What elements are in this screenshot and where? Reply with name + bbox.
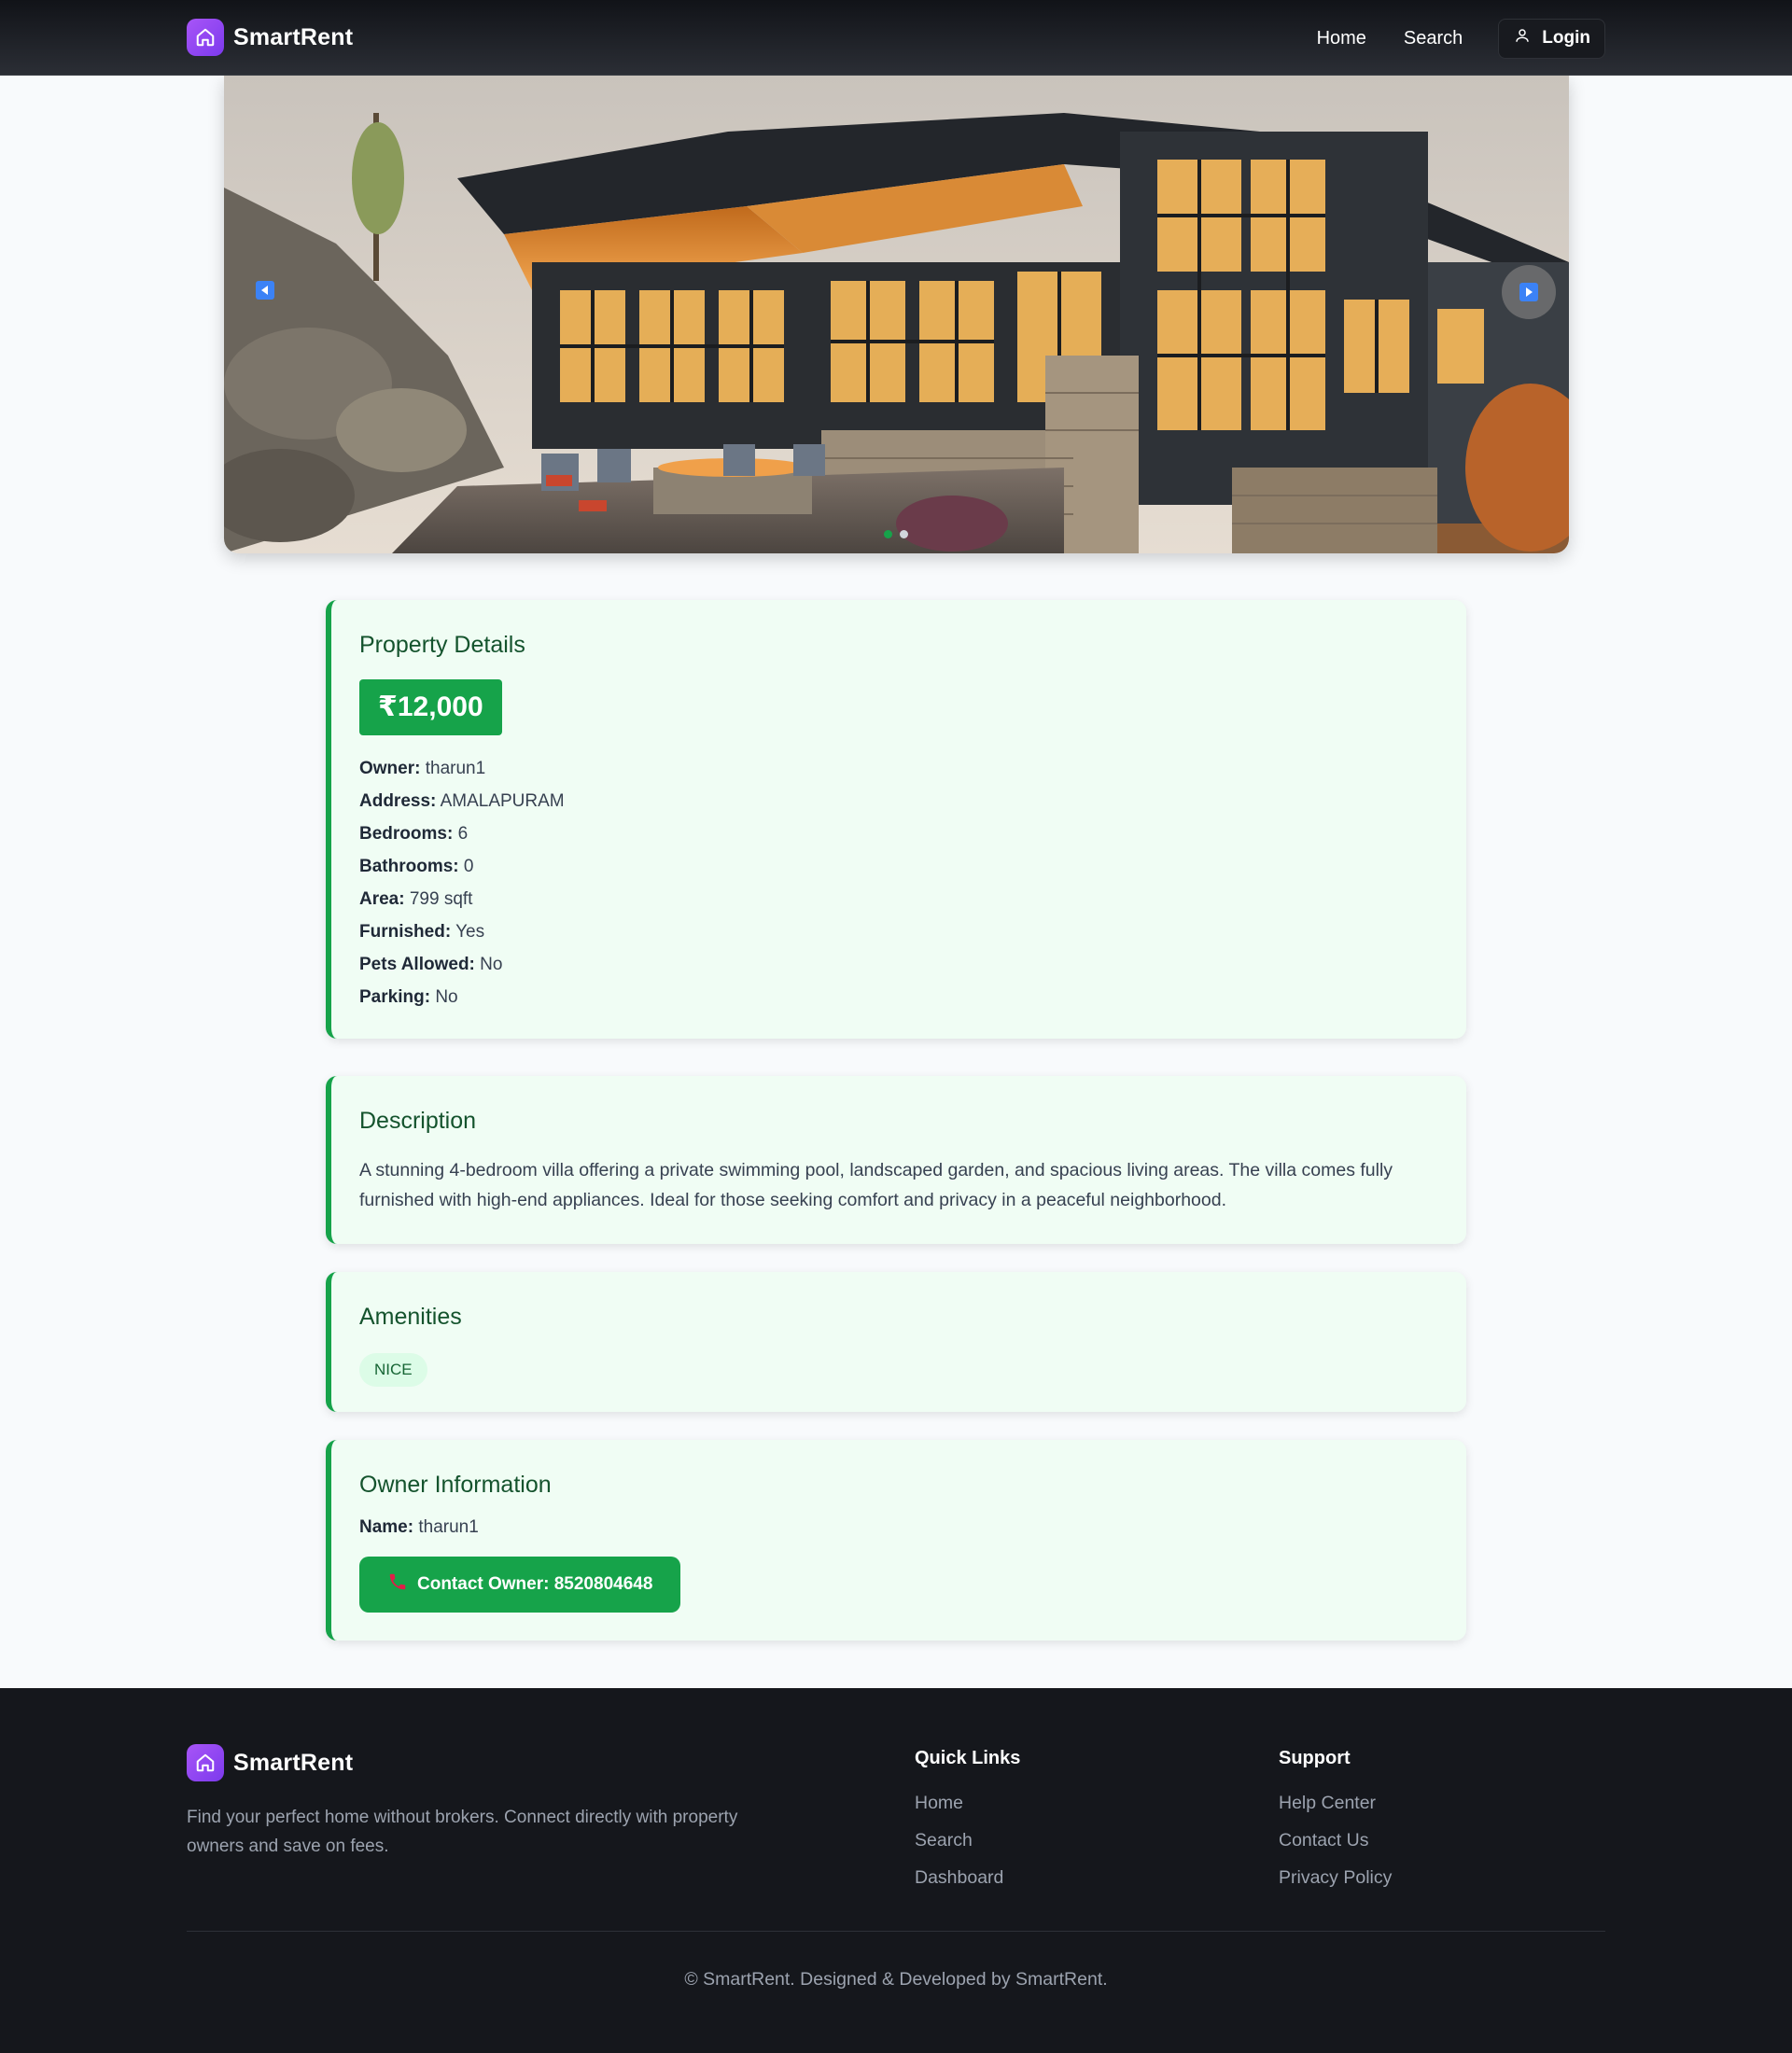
triangle-left-icon [259, 285, 271, 296]
detail-value: No [480, 955, 503, 974]
detail-row-owner: Owner: tharun1 [359, 752, 1466, 785]
site-footer: SmartRent Find your perfect home without… [0, 1688, 1792, 2053]
detail-row-bathrooms: Bathrooms: 0 [359, 850, 1466, 883]
phone-icon [387, 1571, 408, 1598]
quick-links-title: Quick Links [915, 1748, 1021, 1768]
detail-row-furnished: Furnished: Yes [359, 915, 1466, 948]
description-title: Description [359, 1108, 477, 1134]
detail-value: Yes [455, 922, 485, 942]
description-card: Description A stunning 4-bedroom villa o… [326, 1076, 1466, 1244]
detail-label: Furnished: [359, 922, 452, 942]
carousel-dot[interactable] [900, 530, 908, 538]
footer-link-search[interactable]: Search [915, 1827, 1020, 1864]
contact-owner-label: Contact Owner: 8520804648 [417, 1574, 653, 1594]
nav-home-link[interactable]: Home [1317, 28, 1366, 49]
owner-info-card: Owner Information Name: tharun1 Contact … [326, 1440, 1466, 1641]
carousel-next-button[interactable] [1502, 265, 1556, 319]
property-details-title: Property Details [359, 632, 525, 658]
footer-link-dashboard[interactable]: Dashboard [915, 1864, 1020, 1902]
contact-owner-button[interactable]: Contact Owner: 8520804648 [359, 1557, 681, 1613]
owner-name-label: Name: [359, 1517, 414, 1537]
brand-name: SmartRent [233, 23, 354, 50]
detail-value: No [435, 987, 458, 1007]
detail-value: tharun1 [425, 759, 486, 778]
property-detail-list: Owner: tharun1 Address: AMALAPURAM Bedro… [359, 752, 1466, 1013]
detail-label: Pets Allowed: [359, 955, 475, 974]
triangle-right-icon [1519, 283, 1538, 301]
amenity-tag: NICE [359, 1353, 427, 1387]
detail-row-pets: Pets Allowed: No [359, 948, 1466, 981]
detail-value: 799 sqft [409, 889, 473, 909]
house-icon [187, 1744, 224, 1781]
detail-label: Bathrooms: [359, 857, 459, 876]
detail-value: 0 [463, 857, 474, 876]
footer-link-contact-us[interactable]: Contact Us [1279, 1827, 1392, 1864]
amenities-title: Amenities [359, 1304, 462, 1330]
footer-about-text: Find your perfect home without brokers. … [187, 1808, 738, 1856]
detail-label: Parking: [359, 987, 431, 1007]
footer-brand-name: SmartRent [233, 1749, 354, 1776]
house-icon [187, 19, 224, 56]
user-icon [1514, 27, 1531, 49]
amenities-card: Amenities NICE [326, 1272, 1466, 1412]
footer-brand[interactable]: SmartRent [187, 1744, 353, 1781]
detail-label: Address: [359, 791, 437, 811]
carousel-dot[interactable] [884, 530, 892, 538]
property-photo [224, 76, 1569, 553]
description-text: A stunning 4-bedroom villa offering a pr… [359, 1160, 1393, 1210]
top-navbar: SmartRent Home Search Login [0, 0, 1792, 76]
detail-label: Bedrooms: [359, 824, 454, 844]
detail-label: Owner: [359, 759, 421, 778]
support-title: Support [1279, 1748, 1351, 1768]
detail-value: AMALAPURAM [440, 791, 565, 811]
owner-info-title: Owner Information [359, 1472, 552, 1498]
detail-row-parking: Parking: No [359, 981, 1466, 1013]
property-details-card: Property Details ₹12,000 Owner: tharun1 … [326, 600, 1466, 1039]
owner-name-value: tharun1 [418, 1517, 479, 1537]
login-label: Login [1542, 28, 1590, 48]
footer-link-privacy-policy[interactable]: Privacy Policy [1279, 1864, 1392, 1902]
carousel-prev-button[interactable] [256, 281, 274, 300]
detail-value: 6 [457, 824, 469, 844]
nav-search-link[interactable]: Search [1404, 28, 1463, 49]
footer-link-help-center[interactable]: Help Center [1279, 1790, 1392, 1827]
copyright-text: © SmartRent. Designed & Developed by Sma… [684, 1969, 1108, 1990]
detail-row-address: Address: AMALAPURAM [359, 785, 1466, 817]
property-image-carousel [224, 76, 1569, 553]
brand-logo-link[interactable]: SmartRent [187, 19, 353, 56]
footer-support: Support Help Center Contact Us Privacy P… [1279, 1748, 1392, 1902]
footer-divider [187, 1931, 1605, 1932]
footer-link-home[interactable]: Home [915, 1790, 1020, 1827]
detail-row-area: Area: 799 sqft [359, 883, 1466, 915]
detail-label: Area: [359, 889, 405, 909]
carousel-indicators [884, 530, 908, 538]
price-badge: ₹12,000 [359, 679, 502, 735]
footer-quick-links: Quick Links Home Search Dashboard [915, 1748, 1020, 1902]
owner-name-row: Name: tharun1 [359, 1517, 1466, 1538]
main-nav: Home Search Login [1317, 18, 1605, 59]
login-button[interactable]: Login [1498, 18, 1605, 59]
detail-row-bedrooms: Bedrooms: 6 [359, 817, 1466, 850]
